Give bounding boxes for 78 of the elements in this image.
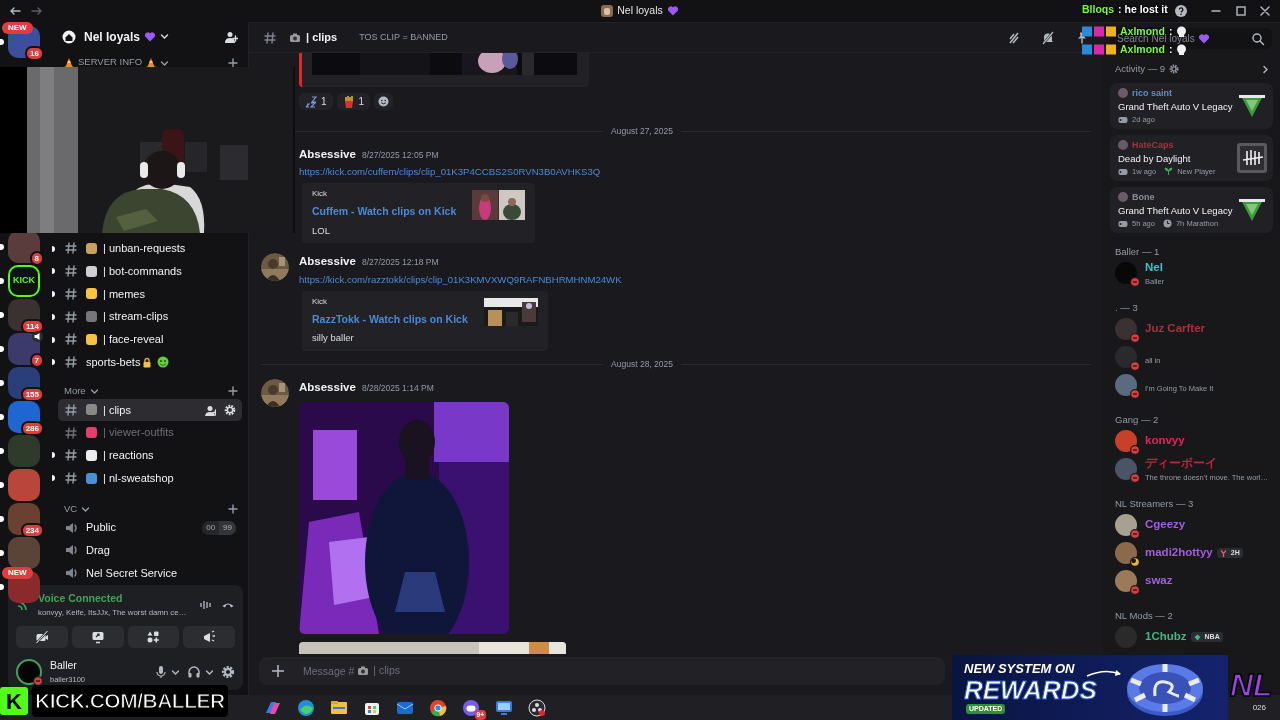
server-name[interactable]: Nel loyals	[84, 27, 141, 46]
banner-title: REWARDS	[964, 675, 1097, 704]
author-name[interactable]: Absessive	[299, 146, 356, 164]
channel-topic: TOS CLIP = BANNED	[359, 30, 448, 44]
clock-text: 026	[1252, 701, 1266, 714]
message-link[interactable]: https://kick.com/cuffem/clips/clip_01K3P4CCBS2S0RVN3B0AVHKS3Q	[299, 165, 601, 179]
game-title: Grand Theft Auto V Legacy	[1118, 100, 1233, 114]
member-item[interactable]: Cgeezy	[1103, 511, 1280, 539]
banner-heading: NEW SYSTEM ON	[964, 660, 1076, 676]
channel-item[interactable]: | bot-commands	[58, 260, 242, 283]
channel-item[interactable]: sports-bets	[58, 351, 242, 374]
mention-count: 16	[25, 46, 44, 61]
channel-item[interactable]: | viewer-outfits	[58, 421, 242, 444]
author-name[interactable]: Absessive	[299, 378, 356, 396]
group-heading: NL Mods — 2	[1115, 610, 1173, 621]
placeholder-text: | clips	[373, 663, 400, 679]
category-label[interactable]: VC	[64, 501, 78, 516]
embed-provider: Kick	[312, 188, 329, 201]
channel-item[interactable]: Drag	[58, 539, 242, 562]
activity-user: HateCaps	[1132, 138, 1174, 152]
author-name[interactable]: Absessive	[299, 253, 356, 271]
message-timestamp: 8/28/2025 1:14 PM	[361, 381, 434, 395]
window-title: Nel loyals	[617, 3, 663, 19]
embed-title[interactable]: RazzTokk - Watch clips on Kick	[312, 311, 468, 328]
channel-item[interactable]: | stream-clips	[58, 305, 242, 328]
date-divider: August 27, 2025	[611, 124, 673, 138]
member-name: swaz	[1145, 573, 1173, 589]
embed-title[interactable]: Cuffem - Watch clips on Kick	[312, 204, 457, 220]
message-link[interactable]: https://kick.com/razztokk/clips/clip_01K3KMVXWQ9RAFNBHRMHNM24WK	[299, 272, 622, 286]
group-heading: . — 3	[1115, 302, 1138, 313]
new-label: NEW	[2, 567, 33, 579]
member-name: madi2hottyy	[1145, 545, 1213, 561]
embed-description: silly baller	[312, 331, 355, 346]
member-name: konvyy	[1145, 433, 1185, 449]
new-label: NEW	[2, 22, 33, 34]
chat-message: :	[1168, 25, 1173, 37]
user-name: Baller	[50, 658, 78, 674]
message-timestamp: 8/27/2025 12:05 PM	[361, 149, 439, 162]
category-label[interactable]: More	[64, 383, 86, 399]
section-title: Activity — 9	[1115, 61, 1166, 76]
message-timestamp: 8/27/2025 12:18 PM	[361, 256, 439, 269]
game-title: Grand Theft Auto V Legacy	[1118, 204, 1233, 218]
channel-item[interactable]: Public 00 99	[58, 516, 242, 539]
user-limit-counter: 00 99	[202, 520, 236, 535]
stream-url-banner: KICK.COM/BALLER	[32, 685, 228, 717]
channel-item[interactable]: | face-reveal	[58, 328, 242, 351]
member-item[interactable]: konvyy	[1103, 427, 1280, 455]
member-name: Nel	[1145, 259, 1163, 275]
channel-item[interactable]: | clips	[58, 398, 242, 421]
member-name: Cgeezy	[1145, 517, 1186, 533]
channel-item[interactable]: | reactions	[58, 444, 242, 467]
member-item[interactable]: swaz	[1103, 567, 1280, 595]
member-name: Juz Carfter	[1145, 321, 1206, 337]
channel-item[interactable]: | memes	[58, 283, 242, 305]
voice-status: Voice Connected	[38, 591, 124, 606]
group-heading: Gang — 2	[1115, 414, 1159, 425]
embed-description: LOL	[312, 224, 331, 238]
group-heading: NL Streamers — 3	[1115, 498, 1194, 509]
date-divider: August 28, 2025	[611, 358, 673, 371]
channel-name: | clips	[306, 30, 338, 46]
category-label[interactable]: SERVER INFO	[78, 55, 143, 70]
nl-logo: NL	[1230, 668, 1273, 702]
chat-message: : he lost it	[1118, 3, 1168, 16]
activity-user: rico saint	[1132, 86, 1172, 100]
group-heading: Baller — 1	[1115, 246, 1160, 257]
chat-username: Blloqs	[1082, 3, 1115, 16]
member-name: 1Chubz	[1145, 629, 1187, 645]
channel-item[interactable]: | unban-requests	[58, 237, 242, 260]
activity-user: Bone	[1132, 190, 1155, 204]
kick-logo: K	[0, 687, 28, 715]
channel-item[interactable]: Nel Secret Service	[58, 562, 242, 585]
reaction-button[interactable]: 1	[336, 93, 371, 110]
embed-provider: Kick	[312, 295, 329, 308]
member-name: ディーボーイ	[1145, 455, 1217, 471]
server-logo[interactable]: KICK	[8, 265, 40, 297]
reaction-button[interactable]: 1	[299, 93, 333, 110]
game-title: Dead by Daylight	[1118, 152, 1192, 166]
channel-item[interactable]: | nl-sweatshop	[58, 467, 242, 489]
